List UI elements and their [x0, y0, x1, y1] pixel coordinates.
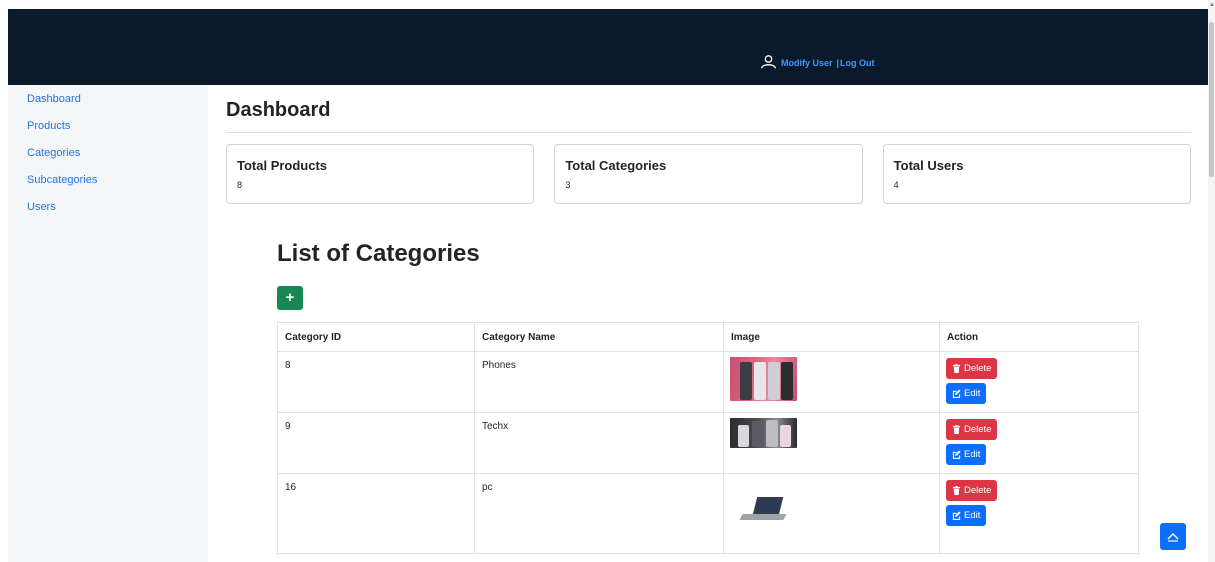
scroll-up-arrow-icon[interactable]: ▲: [1209, 2, 1215, 8]
scrollbar-thumb[interactable]: [1209, 22, 1214, 177]
divider: [226, 132, 1191, 133]
delete-button[interactable]: Delete: [946, 358, 998, 379]
trash-icon: [952, 364, 961, 373]
cell-category-id: 9: [277, 412, 475, 474]
table-row: 16 pc Delete Edit: [277, 473, 1139, 554]
card-total-users: Total Users 4: [882, 144, 1191, 204]
edit-icon: [952, 511, 961, 520]
cell-actions: Delete Edit: [939, 412, 1139, 474]
sidebar-item-users[interactable]: Users: [8, 200, 208, 227]
table-header-row: Category ID Category Name Image Action: [277, 322, 1139, 352]
add-category-button[interactable]: +: [277, 286, 303, 310]
page-title: Dashboard: [226, 99, 331, 121]
cell-category-id: 16: [277, 473, 475, 554]
edit-label: Edit: [964, 449, 981, 460]
edit-label: Edit: [964, 510, 981, 521]
top-navbar: Modify User | Log Out: [8, 9, 1208, 85]
edit-button[interactable]: Edit: [946, 444, 987, 465]
cell-image: [723, 351, 940, 413]
col-header-image: Image: [723, 322, 940, 352]
card-title: Total Products: [237, 158, 328, 173]
delete-label: Delete: [964, 424, 992, 435]
col-header-action: Action: [939, 322, 1139, 352]
trash-icon: [952, 425, 961, 434]
delete-button[interactable]: Delete: [946, 480, 998, 501]
user-icon: [760, 55, 777, 71]
card-title: Total Users: [893, 158, 964, 173]
sidebar-item-categories[interactable]: Categories: [8, 146, 208, 173]
table-row: 9 Techx Delete Edit: [277, 412, 1139, 474]
sidebar-item-subcategories[interactable]: Subcategories: [8, 173, 208, 200]
user-menu: Modify User | Log Out: [760, 55, 875, 71]
phones-thumbnail: [730, 357, 797, 401]
delete-label: Delete: [964, 485, 992, 496]
stats-cards: Total Products 8 Total Categories 3 Tota…: [226, 144, 1191, 204]
trash-icon: [952, 486, 961, 495]
card-value: 3: [565, 180, 571, 190]
cell-actions: Delete Edit: [939, 473, 1139, 554]
cell-image: [723, 473, 940, 554]
list-title: List of Categories: [277, 240, 480, 267]
table-row: 8 Phones Delete Edit: [277, 351, 1139, 413]
sidebar-item-products[interactable]: Products: [8, 119, 208, 146]
cell-actions: Delete Edit: [939, 351, 1139, 413]
laptop-thumbnail: [739, 497, 787, 523]
card-total-categories: Total Categories 3: [554, 144, 863, 204]
delete-button[interactable]: Delete: [946, 419, 998, 440]
card-total-products: Total Products 8: [226, 144, 535, 204]
card-title: Total Categories: [565, 158, 667, 173]
delete-label: Delete: [964, 363, 992, 374]
separator: |: [836, 58, 840, 68]
col-header-category-name: Category Name: [474, 322, 724, 352]
techx-thumbnail: [730, 418, 797, 448]
page-scrollbar[interactable]: ▲: [1208, 0, 1215, 562]
main-content: Dashboard Total Products 8 Total Categor…: [226, 85, 1191, 204]
card-value: 8: [237, 180, 243, 190]
cell-category-name: Techx: [474, 412, 724, 474]
cell-image: [723, 412, 940, 474]
cell-category-id: 8: [277, 351, 475, 413]
modify-user-link[interactable]: Modify User: [781, 58, 833, 68]
cell-category-name: pc: [474, 473, 724, 554]
edit-button[interactable]: Edit: [946, 383, 987, 404]
categories-table: Category ID Category Name Image Action 8…: [277, 322, 1139, 554]
page: Modify User | Log Out Dashboard Products…: [0, 0, 1208, 562]
chevron-up-icon: [1167, 532, 1179, 542]
edit-icon: [952, 450, 961, 459]
scroll-to-top-button[interactable]: [1160, 523, 1186, 550]
edit-icon: [952, 389, 961, 398]
sidebar: Dashboard Products Categories Subcategor…: [8, 85, 208, 562]
sidebar-item-dashboard[interactable]: Dashboard: [8, 92, 208, 119]
edit-button[interactable]: Edit: [946, 505, 987, 526]
edit-label: Edit: [964, 388, 981, 399]
col-header-category-id: Category ID: [277, 322, 475, 352]
logout-link[interactable]: Log Out: [840, 58, 875, 68]
cell-category-name: Phones: [474, 351, 724, 413]
card-value: 4: [893, 180, 899, 190]
